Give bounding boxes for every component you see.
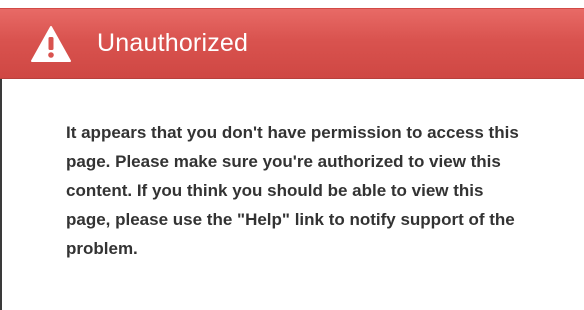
error-message: It appears that you don't have permissio… (66, 123, 519, 258)
warning-triangle-icon (30, 25, 72, 63)
dialog-header: Unauthorized (0, 8, 584, 79)
dialog-left-border (0, 79, 2, 310)
dialog-title: Unauthorized (97, 29, 249, 57)
unauthorized-dialog: Unauthorized It appears that you don't h… (0, 0, 584, 310)
